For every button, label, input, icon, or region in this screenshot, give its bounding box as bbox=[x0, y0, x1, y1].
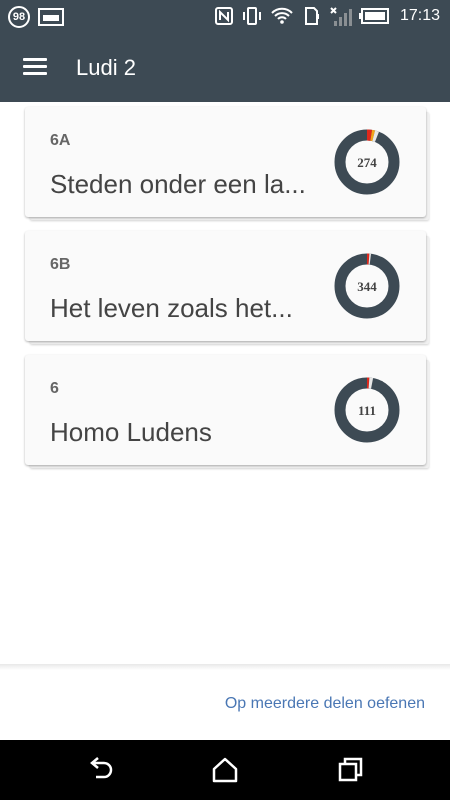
wifi-icon bbox=[271, 7, 293, 24]
battery-icon bbox=[358, 8, 389, 24]
lesson-code: 6B bbox=[50, 256, 71, 273]
practice-multiple-parts-button[interactable]: Op meerdere delen oefenen bbox=[225, 695, 425, 713]
word-count: 344 bbox=[357, 279, 377, 294]
progress-donut-chart: 111 bbox=[334, 377, 400, 443]
word-count: 274 bbox=[357, 155, 377, 170]
lesson-code: 6A bbox=[50, 132, 71, 149]
system-nav-bar bbox=[0, 740, 450, 800]
hamburger-menu-icon[interactable] bbox=[18, 53, 52, 81]
lesson-title: Homo Ludens bbox=[50, 417, 212, 447]
image-icon bbox=[38, 8, 64, 26]
lesson-card[interactable]: 6B Het leven zoals het... 344 bbox=[25, 231, 426, 341]
lesson-card[interactable]: 6 Homo Ludens 111 bbox=[25, 355, 426, 465]
footer-divider bbox=[0, 664, 450, 670]
progress-donut-chart: 344 bbox=[334, 253, 400, 319]
nfc-icon bbox=[214, 7, 233, 25]
home-icon[interactable] bbox=[209, 754, 241, 786]
lesson-title: Steden onder een la... bbox=[50, 169, 306, 199]
status-bar: 98 17:13 bbox=[0, 0, 450, 32]
progress-donut-chart: 274 bbox=[334, 129, 400, 195]
signal-icon bbox=[330, 7, 352, 26]
word-count: 111 bbox=[358, 403, 376, 418]
clock: 17:13 bbox=[399, 7, 440, 24]
app-bar: Ludi 2 bbox=[0, 32, 450, 102]
sd-card-icon bbox=[304, 7, 319, 25]
lesson-code: 6 bbox=[50, 380, 59, 397]
page-title: Ludi 2 bbox=[76, 55, 136, 80]
vibrate-icon bbox=[242, 7, 261, 25]
back-icon[interactable] bbox=[84, 754, 116, 786]
recent-apps-icon[interactable] bbox=[334, 754, 366, 786]
lesson-card[interactable]: 6A Steden onder een la... 274 bbox=[25, 107, 426, 217]
lesson-title: Het leven zoals het... bbox=[50, 293, 293, 323]
notification-count-badge: 98 bbox=[8, 6, 30, 28]
